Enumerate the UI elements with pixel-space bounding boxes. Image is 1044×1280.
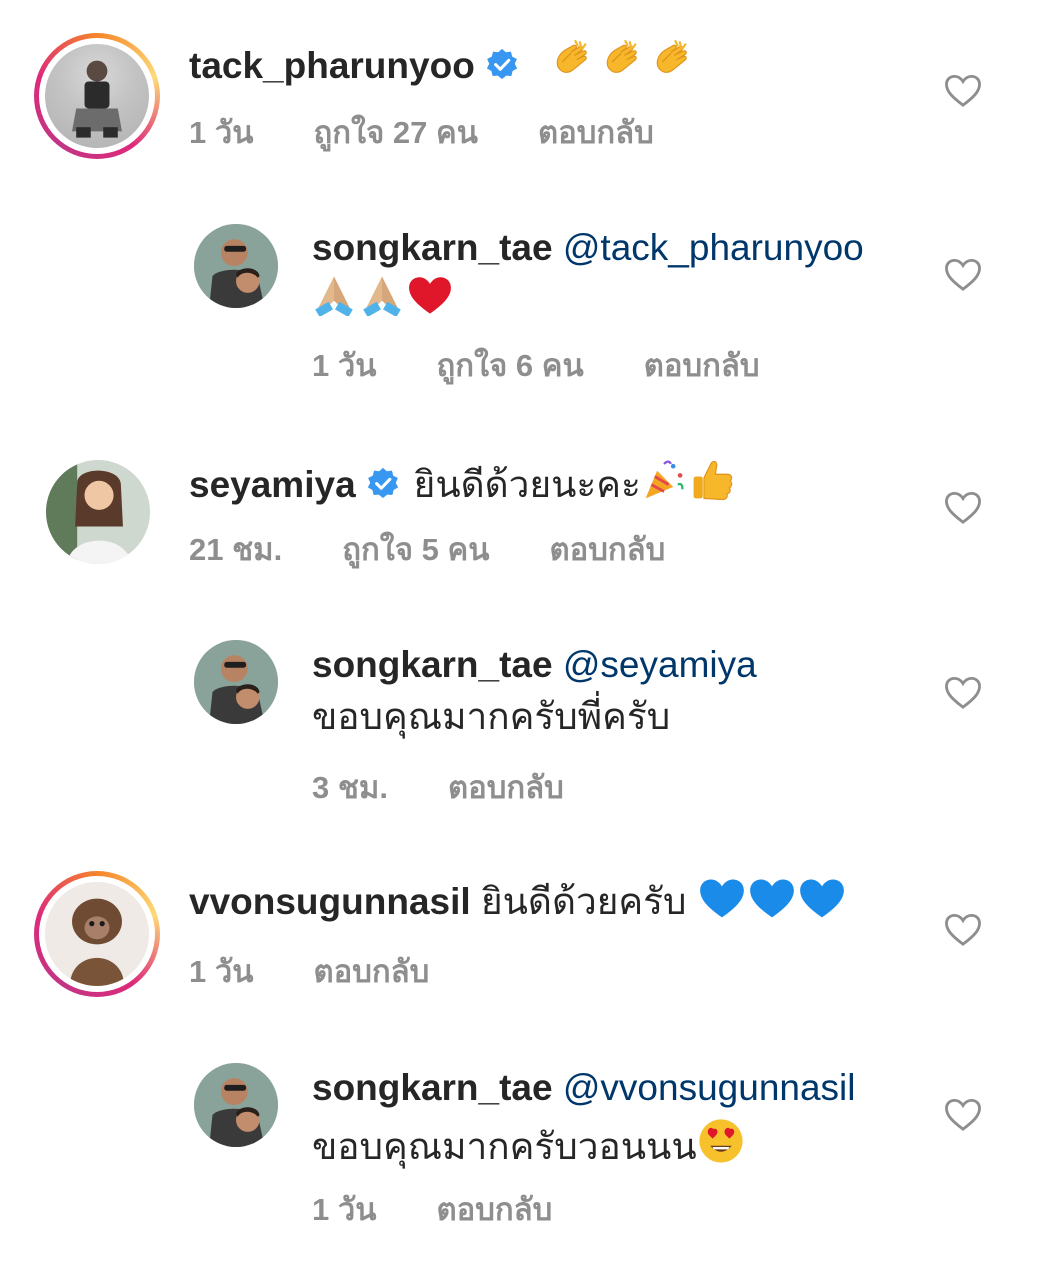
heart-eyes-face-icon <box>697 1117 745 1165</box>
avatar[interactable] <box>34 33 160 159</box>
avatar-photo <box>194 1063 278 1147</box>
heart-outline-icon[interactable] <box>944 74 982 108</box>
comment-body: ยินดีด้วยครับ <box>480 881 687 922</box>
comment-meta: 1 วัน ตอบกลับ <box>189 946 429 996</box>
comment-meta: 1 วัน ถูกใจ 6 คน ตอบกลับ <box>312 340 760 390</box>
comment-body: ขอบคุณมากครับวอนนน <box>312 1126 697 1167</box>
avatar-photo <box>45 44 149 148</box>
comment-body-line: ขอบคุณมากครับวอนนน <box>312 1117 745 1170</box>
reply-button[interactable]: ตอบกลับ <box>313 946 429 996</box>
comment-text: seyamiya ยินดีด้วยนะคะ <box>189 457 735 508</box>
party-popper-icon <box>641 457 687 503</box>
clapping-hands-icon <box>599 40 643 84</box>
username[interactable]: tack_pharunyoo <box>189 45 475 86</box>
username[interactable]: songkarn_tae <box>312 1067 553 1108</box>
red-heart-icon <box>408 276 452 316</box>
thumbs-up-icon <box>689 457 735 503</box>
username[interactable]: seyamiya <box>189 464 356 505</box>
reply-button[interactable]: ตอบกลับ <box>448 762 564 812</box>
username[interactable]: vvonsugunnasil <box>189 881 471 922</box>
avatar-photo <box>194 640 278 724</box>
comment-meta: 3 ชม. ตอบกลับ <box>312 762 564 812</box>
clapping-hands-icon <box>649 40 693 84</box>
comment-time: 1 วัน <box>312 348 377 383</box>
avatar[interactable] <box>46 460 150 564</box>
comment-text: tack_pharunyoo <box>189 40 693 89</box>
comment-body: ยินดีด้วยนะคะ <box>413 464 641 505</box>
reply-button[interactable]: ตอบกลับ <box>436 1184 552 1234</box>
avatar[interactable] <box>194 224 278 308</box>
avatar[interactable] <box>194 640 278 724</box>
comment-text: songkarn_tae @vvonsugunnasil <box>312 1065 856 1111</box>
heart-outline-icon[interactable] <box>944 491 982 525</box>
comment-time: 1 วัน <box>312 1192 377 1227</box>
comment-text: songkarn_tae @tack_pharunyoo <box>312 225 864 271</box>
comment-body: ขอบคุณมากครับพี่ครับ <box>312 696 671 737</box>
comment-time: 21 ชม. <box>189 532 283 567</box>
mention-link[interactable]: @vvonsugunnasil <box>563 1067 856 1108</box>
blue-heart-icon <box>799 878 845 920</box>
comment-meta: 21 ชม. ถูกใจ 5 คน ตอบกลับ <box>189 524 665 574</box>
avatar-photo <box>45 882 149 986</box>
folded-hands-icon <box>360 272 404 316</box>
comment-emoji-line <box>312 272 452 321</box>
comment-text: vvonsugunnasil ยินดีด้วยครับ <box>189 878 845 925</box>
comment-time: 3 ชม. <box>312 770 388 805</box>
heart-outline-icon[interactable] <box>944 913 982 947</box>
mention-link[interactable]: @tack_pharunyoo <box>563 227 864 268</box>
heart-outline-icon[interactable] <box>944 1098 982 1132</box>
like-count[interactable]: ถูกใจ 5 คน <box>342 524 489 574</box>
verified-badge-icon <box>366 467 400 501</box>
reply-button[interactable]: ตอบกลับ <box>644 340 760 390</box>
avatar-photo <box>194 224 278 308</box>
comment-meta: 1 วัน ตอบกลับ <box>312 1184 552 1234</box>
folded-hands-icon <box>312 272 356 316</box>
comment-time: 1 วัน <box>189 954 254 989</box>
username[interactable]: songkarn_tae <box>312 644 553 685</box>
mention-link[interactable]: @seyamiya <box>563 644 757 685</box>
avatar-photo <box>46 460 150 564</box>
like-count[interactable]: ถูกใจ 27 คน <box>313 107 477 157</box>
comment-text: songkarn_tae @seyamiya <box>312 642 757 688</box>
comment-meta: 1 วัน ถูกใจ 27 คน ตอบกลับ <box>189 107 654 157</box>
username[interactable]: songkarn_tae <box>312 227 553 268</box>
clapping-hands-icon <box>549 40 593 84</box>
heart-outline-icon[interactable] <box>944 258 982 292</box>
like-count[interactable]: ถูกใจ 6 คน <box>436 340 583 390</box>
blue-heart-icon <box>699 878 745 920</box>
heart-outline-icon[interactable] <box>944 676 982 710</box>
reply-button[interactable]: ตอบกลับ <box>538 107 654 157</box>
verified-badge-icon <box>485 48 519 82</box>
comment-time: 1 วัน <box>189 115 254 150</box>
avatar[interactable] <box>34 871 160 997</box>
reply-button[interactable]: ตอบกลับ <box>549 524 665 574</box>
blue-heart-icon <box>749 878 795 920</box>
avatar[interactable] <box>194 1063 278 1147</box>
